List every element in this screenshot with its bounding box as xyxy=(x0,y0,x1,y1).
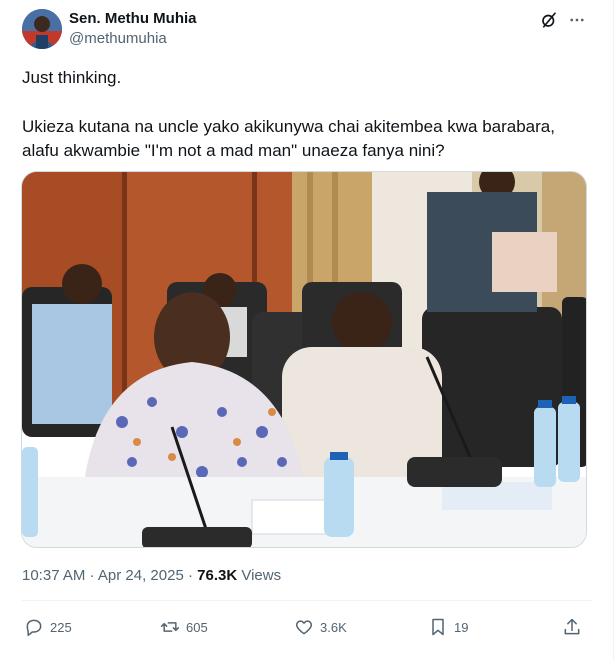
tweet-photo[interactable] xyxy=(21,171,587,548)
tweet-text-line: Just thinking. xyxy=(22,68,122,87)
divider xyxy=(22,600,592,601)
tweet-text-line: Ukieza kutana na uncle yako akikunywa ch… xyxy=(22,117,555,136)
tweet-text-line: alafu akwambie "I'm not a mad man" unaez… xyxy=(22,141,445,160)
tweet-text: Just thinking. Ukieza kutana na uncle ya… xyxy=(22,66,592,163)
grok-icon[interactable] xyxy=(540,11,558,29)
tweet-card: Sen. Methu Muhia @methumuhia Just thinki… xyxy=(0,0,614,660)
author-handle[interactable]: @methumuhia xyxy=(69,30,167,48)
tweet-date[interactable]: Apr 24, 2025 xyxy=(98,567,184,584)
more-icon[interactable] xyxy=(568,11,586,29)
repost-count: 605 xyxy=(186,619,208,635)
tweet-time[interactable]: 10:37 AM xyxy=(22,567,85,584)
share-button[interactable] xyxy=(562,614,588,640)
like-button[interactable]: 3.6K xyxy=(294,614,347,640)
reply-icon xyxy=(26,619,42,637)
views-label: Views xyxy=(241,567,282,584)
repost-icon xyxy=(160,622,180,632)
reply-button[interactable]: 225 xyxy=(24,614,72,640)
bookmark-icon xyxy=(432,618,444,636)
share-icon xyxy=(564,618,580,635)
author-name[interactable]: Sen. Methu Muhia xyxy=(69,10,197,28)
heart-icon xyxy=(295,620,313,635)
like-count: 3.6K xyxy=(320,619,347,635)
reply-count: 225 xyxy=(50,619,72,635)
views-count: 76.3K xyxy=(197,567,238,584)
tweet-meta: 10:37 AM · Apr 24, 2025 · 76.3K Views xyxy=(22,567,282,584)
bookmark-count: 19 xyxy=(454,619,469,635)
avatar[interactable] xyxy=(22,9,62,49)
repost-button[interactable]: 605 xyxy=(160,614,208,640)
bookmark-button[interactable]: 19 xyxy=(428,614,468,640)
